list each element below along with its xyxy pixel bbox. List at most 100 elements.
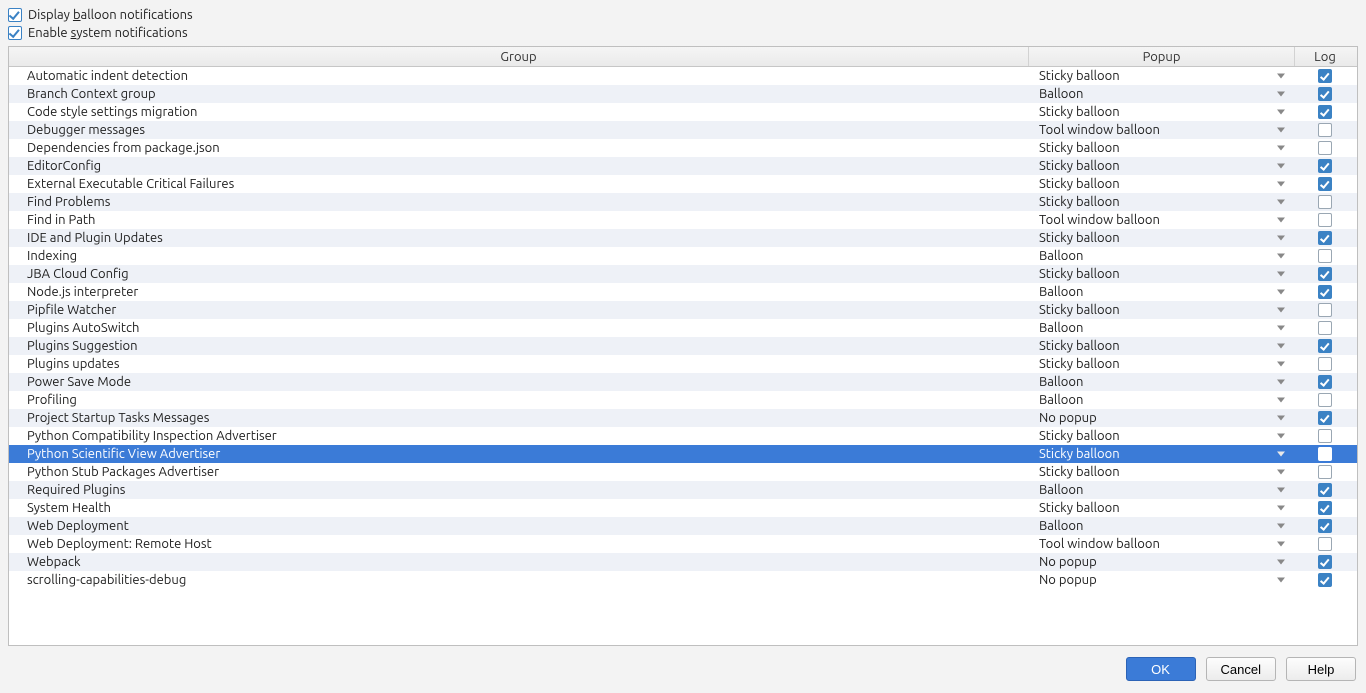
table-row[interactable]: IndexingBalloon bbox=[9, 247, 1357, 265]
table-row[interactable]: Web DeploymentBalloon bbox=[9, 517, 1357, 535]
table-row[interactable]: JBA Cloud ConfigSticky balloon bbox=[9, 265, 1357, 283]
popup-cell[interactable]: Sticky balloon bbox=[1029, 141, 1295, 155]
chevron-down-icon[interactable] bbox=[1277, 542, 1285, 547]
log-checkbox[interactable] bbox=[1318, 213, 1332, 227]
table-row[interactable]: System HealthSticky balloon bbox=[9, 499, 1357, 517]
chevron-down-icon[interactable] bbox=[1277, 416, 1285, 421]
chevron-down-icon[interactable] bbox=[1277, 344, 1285, 349]
chevron-down-icon[interactable] bbox=[1277, 236, 1285, 241]
popup-cell[interactable]: Sticky balloon bbox=[1029, 195, 1295, 209]
chevron-down-icon[interactable] bbox=[1277, 308, 1285, 313]
header-popup[interactable]: Popup bbox=[1029, 47, 1295, 66]
table-row[interactable]: Plugins updatesSticky balloon bbox=[9, 355, 1357, 373]
popup-cell[interactable]: Balloon bbox=[1029, 519, 1295, 533]
log-checkbox[interactable] bbox=[1318, 69, 1332, 83]
chevron-down-icon[interactable] bbox=[1277, 452, 1285, 457]
log-checkbox[interactable] bbox=[1318, 501, 1332, 515]
popup-cell[interactable]: Sticky balloon bbox=[1029, 447, 1295, 461]
popup-cell[interactable]: Sticky balloon bbox=[1029, 357, 1295, 371]
popup-cell[interactable]: Balloon bbox=[1029, 483, 1295, 497]
chevron-down-icon[interactable] bbox=[1277, 380, 1285, 385]
popup-cell[interactable]: Balloon bbox=[1029, 375, 1295, 389]
log-checkbox[interactable] bbox=[1318, 573, 1332, 587]
chevron-down-icon[interactable] bbox=[1277, 578, 1285, 583]
log-checkbox[interactable] bbox=[1318, 555, 1332, 569]
table-row[interactable]: Python Scientific View AdvertiserSticky … bbox=[9, 445, 1357, 463]
popup-cell[interactable]: Sticky balloon bbox=[1029, 429, 1295, 443]
chevron-down-icon[interactable] bbox=[1277, 110, 1285, 115]
chevron-down-icon[interactable] bbox=[1277, 326, 1285, 331]
log-checkbox[interactable] bbox=[1318, 285, 1332, 299]
popup-cell[interactable]: No popup bbox=[1029, 573, 1295, 587]
table-row[interactable]: Plugins AutoSwitchBalloon bbox=[9, 319, 1357, 337]
log-checkbox[interactable] bbox=[1318, 141, 1332, 155]
chevron-down-icon[interactable] bbox=[1277, 470, 1285, 475]
table-row[interactable]: Pipfile WatcherSticky balloon bbox=[9, 301, 1357, 319]
log-checkbox[interactable] bbox=[1318, 303, 1332, 317]
chevron-down-icon[interactable] bbox=[1277, 488, 1285, 493]
log-checkbox[interactable] bbox=[1318, 195, 1332, 209]
log-checkbox[interactable] bbox=[1318, 393, 1332, 407]
chevron-down-icon[interactable] bbox=[1277, 272, 1285, 277]
log-checkbox[interactable] bbox=[1318, 159, 1332, 173]
popup-cell[interactable]: Tool window balloon bbox=[1029, 213, 1295, 227]
popup-cell[interactable]: Balloon bbox=[1029, 285, 1295, 299]
log-checkbox[interactable] bbox=[1318, 447, 1332, 461]
popup-cell[interactable]: Sticky balloon bbox=[1029, 303, 1295, 317]
popup-cell[interactable]: Sticky balloon bbox=[1029, 267, 1295, 281]
chevron-down-icon[interactable] bbox=[1277, 362, 1285, 367]
popup-cell[interactable]: Sticky balloon bbox=[1029, 465, 1295, 479]
display-balloon-checkbox[interactable] bbox=[8, 8, 22, 22]
table-row[interactable]: Branch Context groupBalloon bbox=[9, 85, 1357, 103]
table-row[interactable]: Web Deployment: Remote HostTool window b… bbox=[9, 535, 1357, 553]
chevron-down-icon[interactable] bbox=[1277, 506, 1285, 511]
table-row[interactable]: Plugins SuggestionSticky balloon bbox=[9, 337, 1357, 355]
table-row[interactable]: Required PluginsBalloon bbox=[9, 481, 1357, 499]
log-checkbox[interactable] bbox=[1318, 411, 1332, 425]
log-checkbox[interactable] bbox=[1318, 105, 1332, 119]
popup-cell[interactable]: No popup bbox=[1029, 555, 1295, 569]
chevron-down-icon[interactable] bbox=[1277, 164, 1285, 169]
log-checkbox[interactable] bbox=[1318, 429, 1332, 443]
chevron-down-icon[interactable] bbox=[1277, 434, 1285, 439]
table-row[interactable]: Python Compatibility Inspection Advertis… bbox=[9, 427, 1357, 445]
log-checkbox[interactable] bbox=[1318, 519, 1332, 533]
table-row[interactable]: Code style settings migrationSticky ball… bbox=[9, 103, 1357, 121]
cancel-button[interactable]: Cancel bbox=[1206, 657, 1276, 681]
popup-cell[interactable]: Balloon bbox=[1029, 87, 1295, 101]
ok-button[interactable]: OK bbox=[1126, 657, 1196, 681]
chevron-down-icon[interactable] bbox=[1277, 200, 1285, 205]
chevron-down-icon[interactable] bbox=[1277, 290, 1285, 295]
popup-cell[interactable]: Sticky balloon bbox=[1029, 177, 1295, 191]
chevron-down-icon[interactable] bbox=[1277, 92, 1285, 97]
table-row[interactable]: ProfilingBalloon bbox=[9, 391, 1357, 409]
log-checkbox[interactable] bbox=[1318, 231, 1332, 245]
log-checkbox[interactable] bbox=[1318, 465, 1332, 479]
popup-cell[interactable]: Sticky balloon bbox=[1029, 231, 1295, 245]
chevron-down-icon[interactable] bbox=[1277, 254, 1285, 259]
log-checkbox[interactable] bbox=[1318, 375, 1332, 389]
chevron-down-icon[interactable] bbox=[1277, 182, 1285, 187]
table-row[interactable]: Automatic indent detectionSticky balloon bbox=[9, 67, 1357, 85]
table-row[interactable]: Find in PathTool window balloon bbox=[9, 211, 1357, 229]
log-checkbox[interactable] bbox=[1318, 177, 1332, 191]
table-row[interactable]: Node.js interpreterBalloon bbox=[9, 283, 1357, 301]
log-checkbox[interactable] bbox=[1318, 483, 1332, 497]
table-row[interactable]: Project Startup Tasks MessagesNo popup bbox=[9, 409, 1357, 427]
enable-system-checkbox[interactable] bbox=[8, 26, 22, 40]
table-row[interactable]: EditorConfigSticky balloon bbox=[9, 157, 1357, 175]
header-group[interactable]: Group bbox=[9, 47, 1029, 66]
log-checkbox[interactable] bbox=[1318, 537, 1332, 551]
chevron-down-icon[interactable] bbox=[1277, 146, 1285, 151]
log-checkbox[interactable] bbox=[1318, 357, 1332, 371]
table-row[interactable]: Debugger messagesTool window balloon bbox=[9, 121, 1357, 139]
table-body[interactable]: Automatic indent detectionSticky balloon… bbox=[9, 67, 1357, 645]
popup-cell[interactable]: Balloon bbox=[1029, 321, 1295, 335]
popup-cell[interactable]: No popup bbox=[1029, 411, 1295, 425]
table-row[interactable]: Power Save ModeBalloon bbox=[9, 373, 1357, 391]
popup-cell[interactable]: Sticky balloon bbox=[1029, 501, 1295, 515]
popup-cell[interactable]: Tool window balloon bbox=[1029, 123, 1295, 137]
table-row[interactable]: scrolling-capabilities-debugNo popup bbox=[9, 571, 1357, 589]
help-button[interactable]: Help bbox=[1286, 657, 1356, 681]
chevron-down-icon[interactable] bbox=[1277, 524, 1285, 529]
